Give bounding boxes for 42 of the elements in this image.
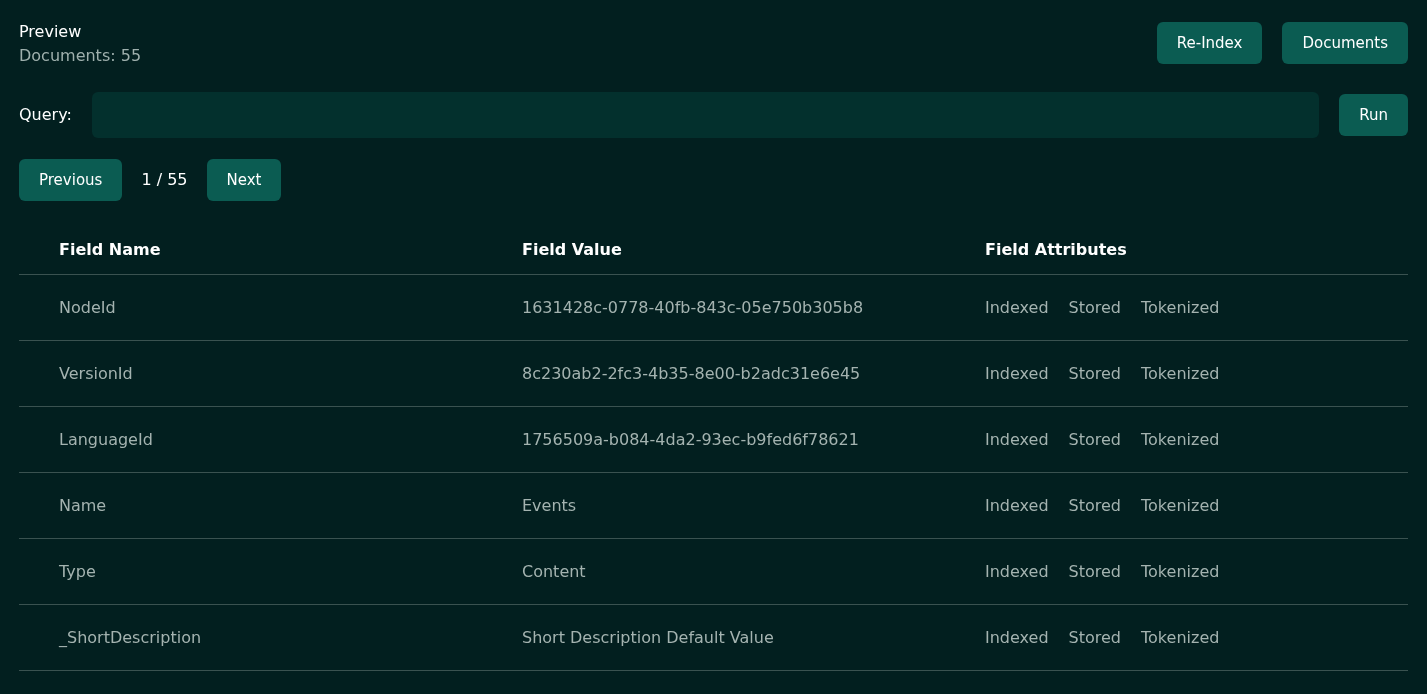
field-name-cell-text: LanguageId bbox=[59, 428, 154, 451]
field-attribute: Tokenized bbox=[1141, 296, 1220, 319]
field-name-cell-text: NodeId bbox=[59, 296, 117, 319]
field-attribute: Tokenized bbox=[1141, 626, 1220, 649]
field-attribute: Indexed bbox=[985, 428, 1049, 451]
field-attribute: Stored bbox=[1068, 560, 1121, 583]
reindex-button[interactable]: Re-Index bbox=[1156, 22, 1263, 64]
page-title: Preview bbox=[19, 21, 83, 43]
query-label: Query: bbox=[19, 104, 72, 126]
field-attribute: Stored bbox=[1068, 494, 1121, 517]
field-value-cell-text: 8c230ab2-2fc3-4b35-8e00-b2adc31e6e45 bbox=[522, 362, 862, 385]
field-name-cell-text: VersionId bbox=[59, 362, 134, 385]
column-header: Field Attributes bbox=[985, 238, 1128, 261]
documents-button[interactable]: Documents bbox=[1282, 22, 1408, 64]
page-indicator: 1 / 55 bbox=[140, 169, 189, 191]
field-attribute: Indexed bbox=[985, 494, 1049, 517]
field-attribute: Tokenized bbox=[1141, 494, 1220, 517]
run-button[interactable]: Run bbox=[1339, 94, 1408, 136]
field-value-cell-text: Events bbox=[522, 494, 578, 517]
field-name-cell-text: _ShortDescription bbox=[59, 626, 203, 649]
column-header: Field Value bbox=[522, 238, 623, 261]
field-value-cell-text: Short Description Default Value bbox=[522, 626, 775, 649]
field-attribute: Tokenized bbox=[1141, 362, 1220, 385]
field-attribute: Tokenized bbox=[1141, 428, 1220, 451]
field-attribute: Indexed bbox=[985, 296, 1049, 319]
field-attribute: Tokenized bbox=[1141, 560, 1220, 583]
field-name-cell-text: Name bbox=[59, 494, 108, 517]
field-attribute: Stored bbox=[1068, 296, 1121, 319]
field-attribute: Indexed bbox=[985, 362, 1049, 385]
column-header: Field Name bbox=[59, 238, 162, 261]
field-attribute: Indexed bbox=[985, 626, 1049, 649]
field-attribute: Stored bbox=[1068, 428, 1121, 451]
field-attribute: Stored bbox=[1068, 626, 1121, 649]
document-count: Documents: 55 bbox=[19, 45, 142, 67]
field-attribute: Indexed bbox=[985, 560, 1049, 583]
field-value-cell-text: 1631428c-0778-40fb-843c-05e750b305b8 bbox=[522, 296, 865, 319]
next-button[interactable]: Next bbox=[206, 159, 282, 201]
field-value-cell-text: 1756509a-b084-4da2-93ec-b9fed6f78621 bbox=[522, 428, 860, 451]
field-name-cell-text: Type bbox=[59, 560, 97, 583]
field-attribute: Stored bbox=[1068, 362, 1121, 385]
field-value-cell-text: Content bbox=[522, 560, 587, 583]
previous-button[interactable]: Previous bbox=[19, 159, 123, 201]
